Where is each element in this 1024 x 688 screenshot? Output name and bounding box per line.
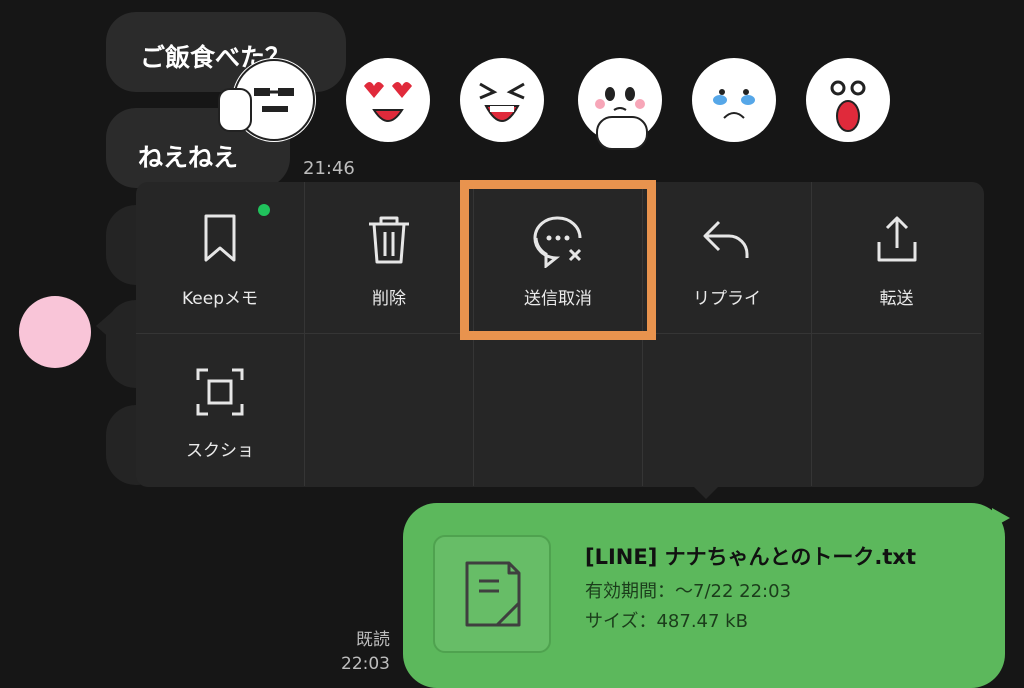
menu-item-forward[interactable]: 転送 bbox=[812, 182, 981, 334]
file-thumbnail[interactable] bbox=[433, 535, 551, 653]
menu-item-label: スクショ bbox=[186, 441, 254, 461]
menu-tail bbox=[694, 487, 718, 499]
menu-item-reply[interactable]: リプライ bbox=[643, 182, 812, 334]
trash-icon bbox=[369, 216, 409, 264]
file-expiry: 有効期間：～7/22 22:03 bbox=[585, 581, 792, 602]
crying-face-icon bbox=[694, 60, 774, 140]
bookmark-icon bbox=[204, 214, 236, 262]
menu-item-delete[interactable]: 削除 bbox=[305, 182, 474, 334]
read-status: 既読 bbox=[356, 630, 390, 650]
avatar[interactable] bbox=[19, 296, 91, 368]
shocked-face-icon bbox=[808, 60, 888, 140]
menu-item-label: リプライ bbox=[693, 289, 761, 309]
document-icon bbox=[465, 561, 521, 627]
menu-empty-cell bbox=[812, 334, 981, 486]
crying-face-reaction[interactable] bbox=[692, 58, 776, 142]
read-receipt: 既読 22:03 bbox=[330, 628, 390, 676]
touched-face-reaction[interactable] bbox=[578, 58, 662, 150]
file-name: [LINE] ナナちゃんとのトーク.txt bbox=[585, 545, 917, 569]
timestamp: 22:03 bbox=[341, 654, 390, 674]
heart-eyes-face-reaction[interactable] bbox=[346, 58, 430, 142]
bubble-tail bbox=[96, 312, 112, 340]
laughing-face-reaction[interactable] bbox=[460, 58, 544, 142]
thumb-icon bbox=[218, 88, 252, 132]
hands-icon bbox=[596, 116, 648, 150]
menu-empty-cell bbox=[643, 334, 812, 486]
laughing-face-icon bbox=[462, 60, 542, 140]
reply-icon bbox=[703, 220, 749, 258]
menu-item-keep[interactable]: Keepメモ bbox=[136, 182, 305, 334]
thumbs-up-face-reaction[interactable] bbox=[218, 58, 316, 142]
file-message-bubble[interactable]: [LINE] ナナちゃんとのトーク.txt 有効期間：～7/22 22:03 サ… bbox=[403, 503, 1005, 688]
new-badge-dot bbox=[258, 204, 270, 216]
timestamp: 21:46 bbox=[303, 158, 355, 179]
highlight-box bbox=[460, 180, 656, 340]
menu-item-label: 削除 bbox=[372, 289, 406, 309]
share-icon bbox=[877, 216, 916, 262]
menu-item-screenshot[interactable]: スクショ bbox=[136, 334, 305, 486]
screenshot-icon bbox=[196, 368, 244, 416]
menu-item-label: 転送 bbox=[879, 289, 914, 309]
file-size: サイズ：487.47 kB bbox=[585, 611, 748, 632]
shocked-face-reaction[interactable] bbox=[806, 58, 890, 142]
heart-eyes-face-icon bbox=[348, 60, 428, 140]
message-text: ねえねえ bbox=[138, 143, 239, 172]
menu-empty-cell bbox=[305, 334, 474, 486]
reaction-bar bbox=[218, 56, 892, 156]
menu-empty-cell bbox=[474, 334, 643, 486]
menu-item-label: Keepメモ bbox=[181, 289, 258, 309]
